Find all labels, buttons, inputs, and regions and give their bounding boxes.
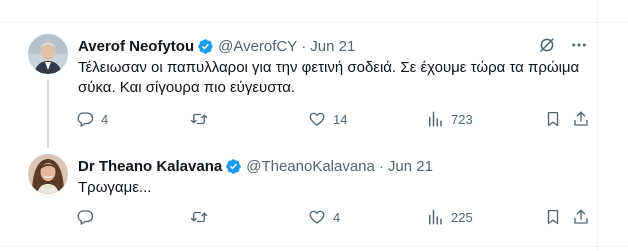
views-button[interactable]: 225 xyxy=(426,206,473,228)
timestamp[interactable]: Jun 21 xyxy=(388,158,433,175)
author-name[interactable]: Averof Neofytou xyxy=(78,38,194,55)
share-button[interactable] xyxy=(572,108,590,130)
views-button[interactable]: 723 xyxy=(426,108,473,130)
separator-dot: · xyxy=(378,157,384,175)
more-icon[interactable] xyxy=(570,36,588,54)
timestamp[interactable]: Jun 21 xyxy=(310,38,355,55)
author-handle[interactable]: @TheanoKalavana xyxy=(246,158,375,175)
grok-icon[interactable] xyxy=(538,36,556,54)
tweet-header: Dr Theano Kalavana @TheanoKalavana · Jun… xyxy=(78,156,433,176)
divider xyxy=(0,246,628,247)
avatar[interactable] xyxy=(28,34,68,74)
retweet-button[interactable] xyxy=(190,206,215,228)
author-name[interactable]: Dr Theano Kalavana xyxy=(78,158,222,175)
tweet[interactable]: Dr Theano Kalavana @TheanoKalavana · Jun… xyxy=(0,148,596,244)
reply-button[interactable]: 4 xyxy=(76,108,108,130)
bookmark-icon xyxy=(547,111,559,127)
like-count: 14 xyxy=(333,111,348,127)
views-icon xyxy=(429,111,442,127)
retweet-button[interactable] xyxy=(190,108,215,130)
views-count: 225 xyxy=(451,209,473,225)
verified-badge-icon xyxy=(197,38,214,55)
bookmark-button[interactable] xyxy=(544,206,562,228)
author-handle[interactable]: @AverofCY xyxy=(218,38,297,55)
retweet-icon xyxy=(190,113,208,125)
tweet-thread: Averof Neofytou @AverofCY · Jun 21 Τέλει… xyxy=(0,0,628,251)
heart-icon xyxy=(309,210,325,224)
tweet-header: Averof Neofytou @AverofCY · Jun 21 xyxy=(78,36,355,56)
like-button[interactable]: 14 xyxy=(308,108,347,130)
bookmark-button[interactable] xyxy=(544,108,562,130)
retweet-icon xyxy=(190,211,208,223)
reply-button[interactable] xyxy=(76,206,101,228)
tweet-actions: 4 14 723 xyxy=(76,108,596,130)
like-button[interactable]: 4 xyxy=(308,206,340,228)
heart-icon xyxy=(309,112,325,126)
share-icon xyxy=(574,209,588,224)
tweet-text: Τέλειωσαν οι παπυλλαροι για την φετινή σ… xyxy=(78,59,580,96)
avatar[interactable] xyxy=(28,154,68,194)
share-icon xyxy=(574,111,588,126)
tweet-actions: 4 225 xyxy=(76,206,596,228)
column-border xyxy=(597,0,598,251)
tweet-text: Τρωγαμε... xyxy=(78,179,152,196)
verified-badge-icon xyxy=(225,158,242,175)
like-count: 4 xyxy=(333,209,341,225)
share-button[interactable] xyxy=(572,206,590,228)
bookmark-icon xyxy=(547,209,559,225)
tweet[interactable]: Averof Neofytou @AverofCY · Jun 21 Τέλει… xyxy=(0,28,596,138)
reply-count: 4 xyxy=(101,111,109,127)
reply-icon xyxy=(77,210,94,225)
divider xyxy=(0,22,628,23)
views-icon xyxy=(429,209,442,225)
separator-dot: · xyxy=(301,37,307,55)
reply-icon xyxy=(77,112,94,127)
tweet-top-actions xyxy=(538,36,588,54)
views-count: 723 xyxy=(451,111,473,127)
